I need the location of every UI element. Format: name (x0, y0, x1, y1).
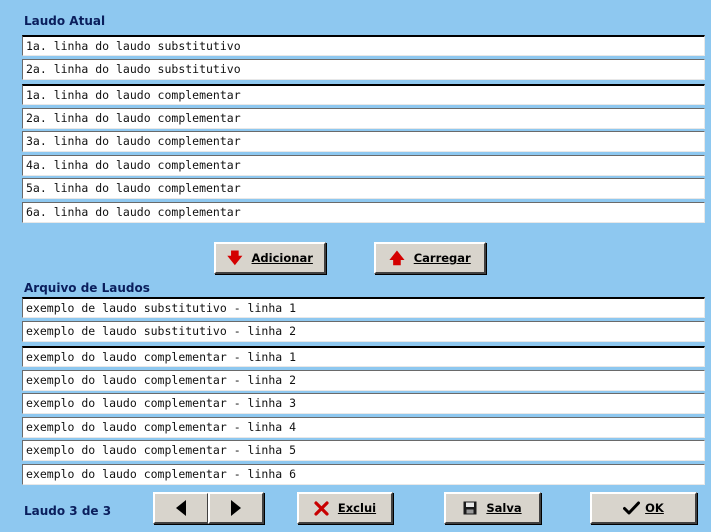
arquivo-complementar-line-2[interactable]: exemplo do laudo complementar - linha 2 (22, 369, 705, 391)
salva-label: Salva (486, 501, 522, 515)
atual-complementar-line-3[interactable]: 3a. linha do laudo complementar (22, 131, 705, 152)
floppy-disk-icon (463, 501, 477, 515)
arrow-down-icon: 🡇 (227, 248, 243, 267)
next-button[interactable] (208, 492, 264, 524)
laudo-atual-title: Laudo Atual (24, 14, 106, 28)
arrow-up-icon: 🡅 (389, 248, 405, 267)
arquivo-laudos-title: Arquivo de Laudos (24, 281, 150, 295)
atual-substitutivo-line-2[interactable]: 2a. linha do laudo substitutivo (22, 58, 705, 80)
arquivo-substitutivo-line-1[interactable]: exemplo de laudo substitutivo - linha 1 (22, 297, 705, 318)
triangle-left-icon (176, 500, 186, 516)
salva-button[interactable]: Salva (444, 492, 541, 524)
atual-substitutivo-group: 1a. linha do laudo substitutivo 2a. linh… (22, 35, 705, 82)
atual-substitutivo-line-1[interactable]: 1a. linha do laudo substitutivo (22, 35, 705, 56)
ok-label: OK (645, 501, 664, 515)
atual-complementar-line-5[interactable]: 5a. linha do laudo complementar (22, 178, 705, 199)
adicionar-label: Adicionar (251, 251, 313, 265)
arquivo-complementar-group: exemplo do laudo complementar - linha 1 … (22, 346, 705, 487)
arquivo-substitutivo-line-2[interactable]: exemplo de laudo substitutivo - linha 2 (22, 320, 705, 342)
triangle-right-icon (231, 500, 241, 516)
arquivo-complementar-line-5[interactable]: exemplo do laudo complementar - linha 5 (22, 440, 705, 461)
exclui-label: Exclui (337, 501, 377, 515)
arquivo-complementar-line-1[interactable]: exemplo do laudo complementar - linha 1 (22, 346, 705, 367)
record-status: Laudo 3 de 3 (24, 504, 112, 518)
adicionar-button[interactable]: 🡇 Adicionar (214, 242, 326, 274)
arquivo-complementar-line-6[interactable]: exemplo do laudo complementar - linha 6 (22, 463, 705, 485)
checkmark-icon (623, 501, 641, 515)
carregar-button[interactable]: 🡅 Carregar (374, 242, 486, 274)
atual-complementar-line-6[interactable]: 6a. linha do laudo complementar (22, 201, 705, 223)
x-icon (314, 500, 329, 516)
arquivo-substitutivo-group: exemplo de laudo substitutivo - linha 1 … (22, 297, 705, 344)
carregar-label: Carregar (413, 251, 471, 265)
arquivo-complementar-line-4[interactable]: exemplo do laudo complementar - linha 4 (22, 416, 705, 438)
arquivo-complementar-line-3[interactable]: exemplo do laudo complementar - linha 3 (22, 393, 705, 414)
ok-button[interactable]: OK (590, 492, 697, 524)
atual-complementar-group: 1a. linha do laudo complementar 2a. linh… (22, 84, 705, 225)
prev-button[interactable] (153, 492, 209, 524)
exclui-button[interactable]: Exclui (297, 492, 393, 524)
atual-complementar-line-4[interactable]: 4a. linha do laudo complementar (22, 154, 705, 176)
atual-complementar-line-1[interactable]: 1a. linha do laudo complementar (22, 84, 705, 105)
atual-complementar-line-2[interactable]: 2a. linha do laudo complementar (22, 107, 705, 129)
